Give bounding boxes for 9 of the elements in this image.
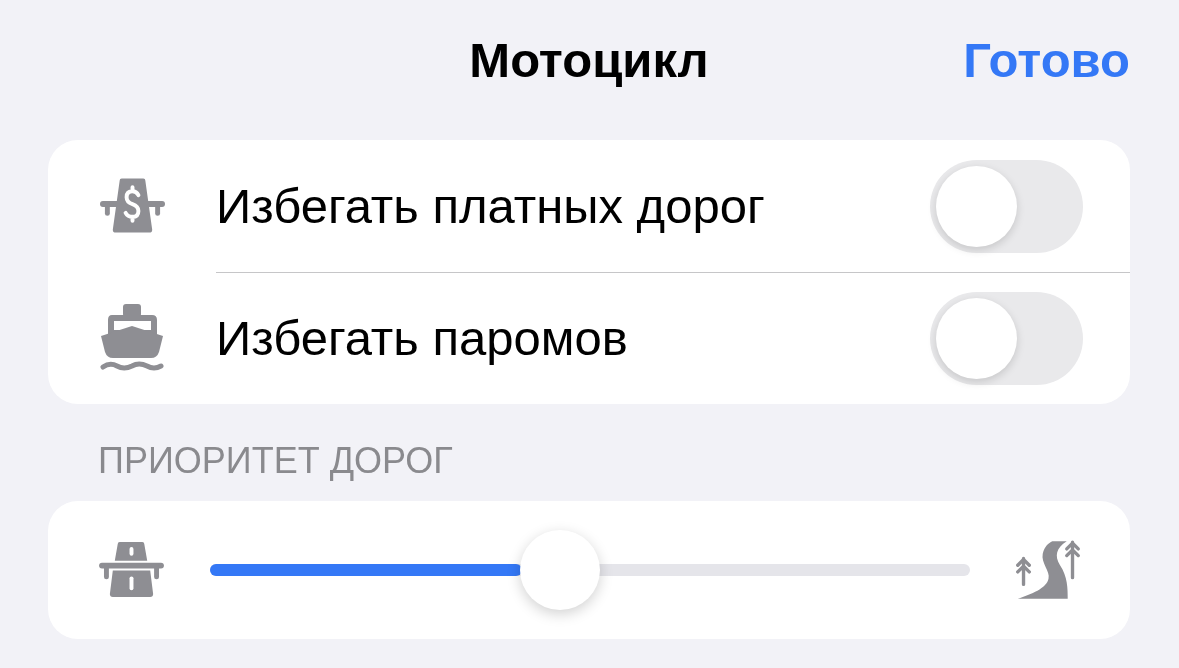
section-header: ПРИОРИТЕТ ДОРОГ bbox=[98, 439, 453, 483]
screen-title: Мотоцикл bbox=[469, 35, 709, 85]
ship-icon bbox=[98, 304, 166, 372]
highway-icon bbox=[98, 541, 165, 599]
toll-booth-icon bbox=[98, 178, 166, 234]
done-button[interactable]: Готово bbox=[963, 35, 1130, 85]
option-label: Избегать паромов bbox=[216, 314, 628, 363]
option-label: Избегать платных дорог bbox=[216, 181, 765, 231]
slider-thumb[interactable] bbox=[519, 530, 600, 610]
